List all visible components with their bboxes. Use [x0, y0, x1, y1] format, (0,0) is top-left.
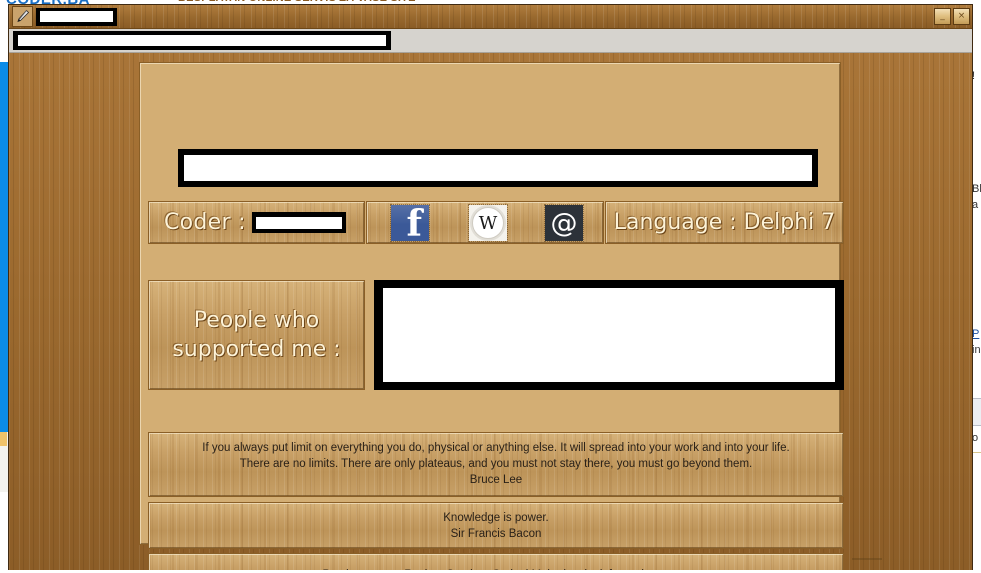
application-window: _ × Coder : f W @ Language: Delphi 7 Pe… [8, 4, 973, 570]
quote-line: There are no limits. There are only plat… [239, 458, 753, 470]
background-text-fragment: in [972, 344, 981, 356]
name-input[interactable] [178, 149, 818, 187]
background-text-fragment: o [972, 432, 979, 444]
background-text-fragment: a [972, 199, 979, 211]
supporters-label: People who supported me : [172, 306, 340, 364]
gravatar-icon[interactable]: @ [544, 204, 584, 242]
pen-nib-icon [12, 6, 33, 27]
quote-author: Bruce Lee [469, 474, 523, 486]
wikipedia-icon-glyph: W [472, 207, 504, 239]
coder-panel: Coder : [148, 201, 365, 244]
quote-line: Knowledge is power. [443, 512, 549, 524]
greeting-line: Pozdrav za sve Ruske , Srpske , Grcke i … [159, 567, 833, 570]
window-title-redacted [36, 7, 117, 26]
supporters-listbox[interactable] [374, 280, 844, 390]
wikipedia-icon[interactable]: W [468, 204, 508, 242]
window-client-area: Coder : f W @ Language : Delphi 7 People… [9, 53, 972, 570]
quote-line: If you always put limit on everything yo… [202, 442, 790, 454]
greeting-panel: Pozdrav za sve Ruske , Srpske , Grcke i … [148, 553, 844, 570]
coder-name-redacted [251, 212, 346, 233]
quote-panel-francis-bacon: Knowledge is power. Sir Francis Bacon [148, 502, 844, 549]
background-divider [972, 452, 981, 453]
social-icons-panel: f W @ [366, 201, 604, 244]
coder-label: Coder : [164, 210, 246, 235]
close-button[interactable]: × [953, 8, 970, 25]
quote-author: Sir Francis Bacon [450, 528, 542, 540]
supporters-label-line-2: supported me : [172, 337, 341, 362]
background-text-fragment: Bl [972, 183, 981, 195]
facebook-icon-glyph: f [406, 203, 423, 245]
background-content-box [972, 398, 981, 426]
background-link-fragment[interactable]: P [972, 328, 981, 340]
gravatar-icon-glyph: @ [550, 207, 578, 239]
language-panel: Language : Delphi 7 [605, 201, 844, 244]
title-bar[interactable]: _ × [9, 5, 972, 29]
window-bottom-divider [852, 558, 882, 560]
quote-panel-bruce-lee: If you always put limit on everything yo… [148, 432, 844, 497]
toolbar-redacted-field[interactable] [13, 31, 391, 50]
supporters-listbox-inner [383, 288, 835, 382]
background-text-fragment: ! [972, 70, 976, 82]
background-left-sidebar [0, 62, 8, 432]
name-input-inner [184, 155, 812, 181]
toolbar [9, 29, 972, 53]
language-label: Language : Delphi 7 [613, 210, 836, 235]
facebook-icon[interactable]: f [390, 203, 430, 245]
background-left-sidebar-accent [0, 432, 7, 446]
minimize-button[interactable]: _ [934, 8, 951, 25]
supporters-label-panel: People who supported me : [148, 280, 365, 390]
supporters-label-line-1: People who [193, 308, 320, 333]
